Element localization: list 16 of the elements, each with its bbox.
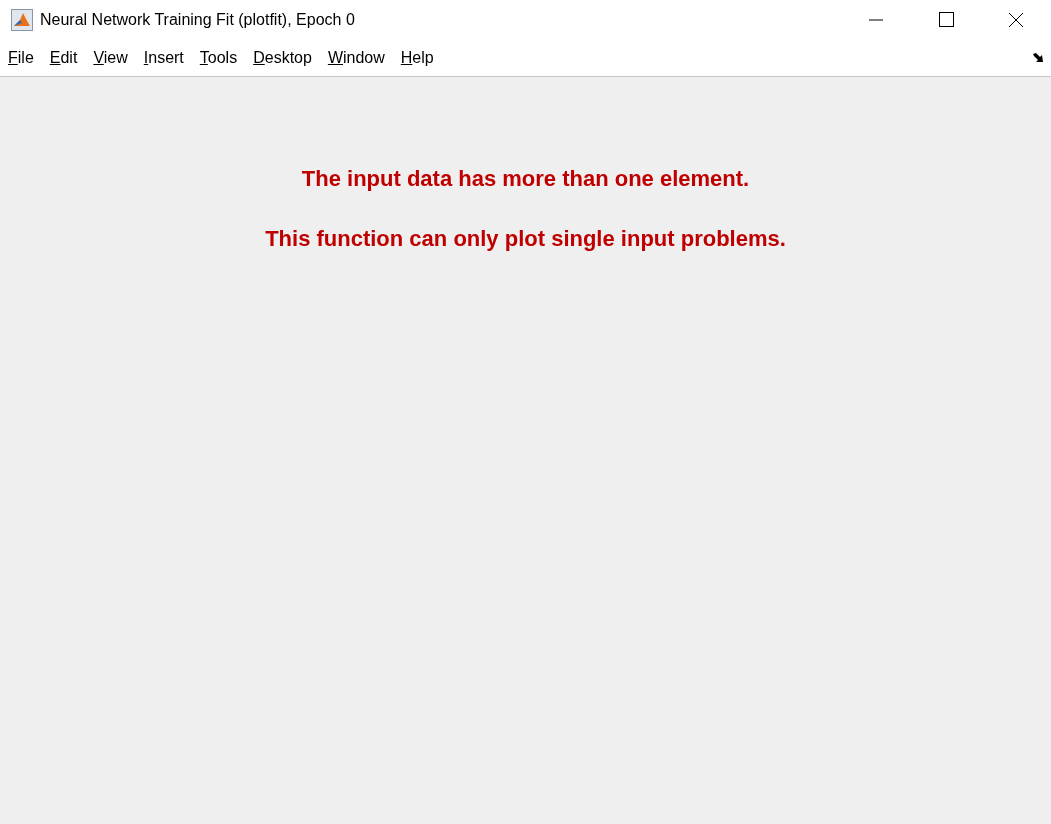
menu-item[interactable]: Window xyxy=(327,48,385,67)
close-icon xyxy=(1008,11,1024,28)
menu-item[interactable]: File xyxy=(8,48,34,67)
error-message: The input data has more than one element. xyxy=(301,166,750,192)
menu-item[interactable]: Tools xyxy=(199,48,238,67)
error-message: This function can only plot single input problems. xyxy=(265,226,786,252)
minimize-icon xyxy=(869,18,883,21)
menu-item[interactable]: View xyxy=(93,48,128,67)
app-logo-icon xyxy=(11,8,33,31)
menu-item[interactable]: Desktop xyxy=(253,48,312,67)
dock-arrow-icon[interactable] xyxy=(1033,53,1044,63)
window-title: Neural Network Training Fit (plotfit), Epoch 0 xyxy=(40,10,356,29)
menu-item[interactable]: Insert xyxy=(143,48,184,67)
menu-item[interactable]: Edit xyxy=(49,48,78,67)
maximize-icon xyxy=(938,12,954,27)
menu-item[interactable]: Help xyxy=(400,48,434,67)
